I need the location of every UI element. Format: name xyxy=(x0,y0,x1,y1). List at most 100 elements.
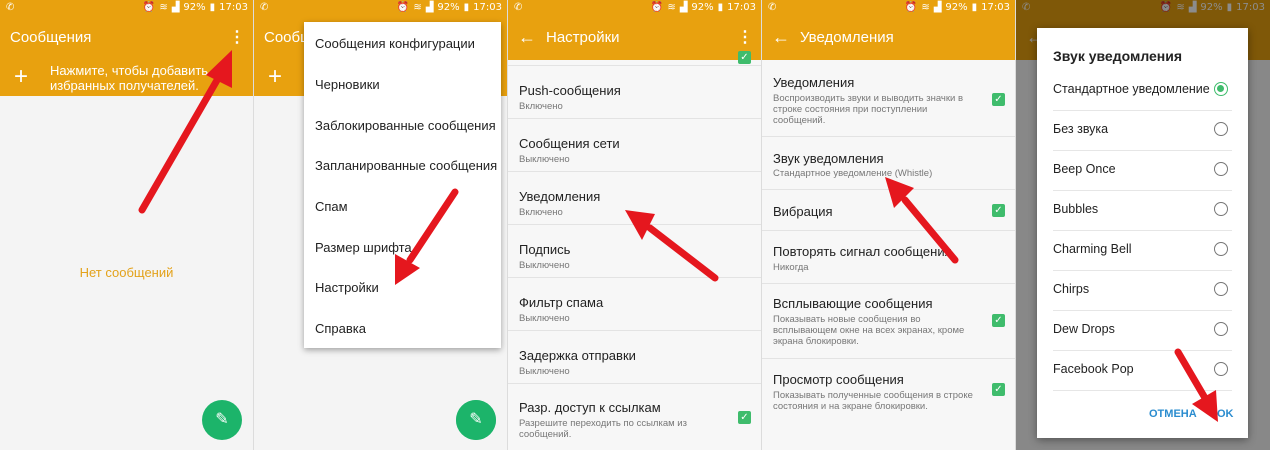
favorites-bar[interactable]: + Нажмите, чтобы добавить избранных полу… xyxy=(0,60,253,96)
radio[interactable] xyxy=(1214,282,1228,296)
checkbox[interactable]: ✓ xyxy=(992,314,1005,327)
ok-button[interactable]: OK xyxy=(1217,408,1234,420)
notification-sound-dialog: Звук уведомления Стандартное уведомление… xyxy=(1037,28,1248,438)
setting-title: Задержка отправки xyxy=(519,348,636,363)
list-item[interactable]: Просмотр сообщения Показывать полученные… xyxy=(762,359,1015,421)
status-bar: ✆ ⏰ ≋ ▟ 92% ▮ 17:03 xyxy=(762,0,1015,17)
option-label: Beep Once xyxy=(1053,162,1116,176)
setting-title: Сообщения сети xyxy=(519,136,620,151)
menu-item-help[interactable]: Справка xyxy=(315,321,366,336)
list-item[interactable]: Push-сообщения Включено xyxy=(508,66,761,119)
notifications-screen: ✆ ⏰ ≋ ▟ 92% ▮ 17:03 ← Уведомления Уведомления… xyxy=(762,0,1015,450)
menu-item-scheduled[interactable]: Запланированные сообщения xyxy=(315,158,497,173)
radio[interactable] xyxy=(1214,242,1228,256)
checkbox[interactable]: ✓ xyxy=(992,204,1005,217)
back-arrow-icon[interactable]: ← xyxy=(772,27,790,48)
setting-title: Подпись xyxy=(519,242,571,257)
setting-title: Повторять сигнал сообщения xyxy=(773,244,952,259)
signal-icon: ▟ xyxy=(933,2,942,13)
sound-option[interactable]: Chirps xyxy=(1053,270,1232,311)
menu-item-font-size[interactable]: Размер шрифта xyxy=(315,240,412,255)
compose-icon: ✎ xyxy=(469,411,483,428)
menu-item-blocked[interactable]: Заблокированные сообщения xyxy=(315,118,496,133)
sound-option[interactable]: Bubbles xyxy=(1053,190,1232,231)
setting-title: Уведомления xyxy=(773,75,855,90)
overflow-menu: Сообщения конфигурации Черновики Заблоки… xyxy=(304,22,501,348)
radio[interactable] xyxy=(1214,322,1228,336)
setting-summary: Показывать полученные сообщения в строке… xyxy=(773,390,973,412)
battery-icon: ▮ xyxy=(717,2,724,13)
call-icon: ✆ xyxy=(768,2,777,13)
setting-summary: Выключено xyxy=(519,366,570,377)
sound-option[interactable]: Facebook Pop xyxy=(1053,350,1232,391)
radio[interactable] xyxy=(1214,202,1228,216)
add-icon[interactable]: + xyxy=(268,63,282,91)
settings-screen: ✆ ⏰ ≋ ▟ 92% ▮ 17:03 ← Настройки ⋮ ✓ Push-сооб… xyxy=(508,0,761,450)
dialog-title: Звук уведомления xyxy=(1053,48,1183,64)
radio[interactable] xyxy=(1214,162,1228,176)
menu-item-spam[interactable]: Спам xyxy=(315,199,348,214)
sound-option[interactable]: Стандартное уведомление xyxy=(1053,70,1232,111)
setting-summary: Показывать новые сообщения во всплывающе… xyxy=(773,314,965,347)
sound-option[interactable]: Dew Drops xyxy=(1053,310,1232,351)
list-item[interactable]: Задержка отправки Выключено xyxy=(508,331,761,384)
checkbox[interactable]: ✓ xyxy=(992,383,1005,396)
status-bar: ✆ ⏰ ≋ ▟ 92% ▮ 17:03 xyxy=(0,0,253,17)
checkbox[interactable]: ✓ xyxy=(738,51,751,64)
overflow-menu-icon[interactable]: ⋮ xyxy=(229,27,245,47)
setting-title: Фильтр спама xyxy=(519,295,604,310)
clock: 17:03 xyxy=(219,2,248,13)
app-bar: ← Уведомления xyxy=(762,17,1015,60)
wifi-icon: ≋ xyxy=(667,2,676,13)
setting-title: Всплывающие сообщения xyxy=(773,296,933,311)
list-item[interactable]: Уведомления Включено xyxy=(508,172,761,225)
list-item[interactable]: Подпись Выключено xyxy=(508,225,761,278)
clock: 17:03 xyxy=(981,2,1010,13)
setting-summary: Стандартное уведомление (Whistle) xyxy=(773,168,933,179)
option-label: Chirps xyxy=(1053,282,1090,296)
add-icon[interactable]: + xyxy=(14,63,28,91)
call-icon: ✆ xyxy=(260,2,269,13)
list-item[interactable]: Вибрация ✓ xyxy=(762,190,1015,231)
list-item[interactable]: Фильтр спама Выключено xyxy=(508,278,761,331)
list-item[interactable]: Звук уведомления Стандартное уведомление… xyxy=(762,137,1015,190)
checkbox[interactable]: ✓ xyxy=(992,93,1005,106)
cancel-button[interactable]: ОТМЕНА xyxy=(1149,408,1197,420)
menu-item-settings[interactable]: Настройки xyxy=(315,280,379,295)
radio[interactable] xyxy=(1214,122,1228,136)
battery-level: 92% xyxy=(183,2,206,13)
compose-button[interactable]: ✎ xyxy=(456,400,496,440)
menu-item-drafts[interactable]: Черновики xyxy=(315,77,380,92)
radio[interactable] xyxy=(1214,362,1228,376)
list-item[interactable]: Разр. доступ к ссылкам Разрешите переход… xyxy=(508,384,761,450)
compose-button[interactable]: ✎ xyxy=(202,400,242,440)
clock: 17:03 xyxy=(727,2,756,13)
list-item[interactable]: Повторять сигнал сообщения Никогда xyxy=(762,231,1015,284)
sound-option[interactable]: Без звука xyxy=(1053,110,1232,151)
sound-option[interactable]: Charming Bell xyxy=(1053,230,1232,271)
checkbox[interactable]: ✓ xyxy=(738,411,751,424)
menu-item-config[interactable]: Сообщения конфигурации xyxy=(315,36,475,51)
setting-title: Вибрация xyxy=(773,204,833,219)
signal-icon: ▟ xyxy=(171,2,180,13)
option-label: Charming Bell xyxy=(1053,242,1132,256)
setting-summary: Выключено xyxy=(519,154,570,165)
list-item[interactable]: Всплывающие сообщения Показывать новые с… xyxy=(762,284,1015,359)
app-bar: Сообщения ⋮ xyxy=(0,17,253,60)
setting-summary: Воспроизводить звуки и выводить значки в… xyxy=(773,93,963,126)
battery-icon: ▮ xyxy=(209,2,216,13)
list-item[interactable]: Сообщения сети Выключено xyxy=(508,119,761,172)
battery-level: 92% xyxy=(691,2,714,13)
setting-title: Звук уведомления xyxy=(773,151,884,166)
setting-title: Разр. доступ к ссылкам xyxy=(519,400,661,415)
sound-option[interactable]: Beep Once xyxy=(1053,150,1232,191)
overflow-menu-icon[interactable]: ⋮ xyxy=(737,27,753,47)
list-item[interactable]: Уведомления Воспроизводить звуки и вывод… xyxy=(762,60,1015,137)
battery-level: 92% xyxy=(945,2,968,13)
radio-selected[interactable] xyxy=(1214,82,1228,96)
back-arrow-icon[interactable]: ← xyxy=(518,27,536,48)
battery-level: 92% xyxy=(437,2,460,13)
signal-icon: ▟ xyxy=(425,2,434,13)
battery-icon: ▮ xyxy=(971,2,978,13)
alarm-icon: ⏰ xyxy=(142,2,156,13)
